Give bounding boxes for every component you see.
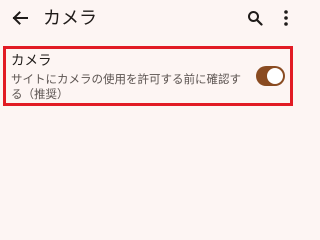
more-vertical-icon xyxy=(284,10,288,30)
page-title: カメラ xyxy=(43,8,97,29)
app-bar: カメラ xyxy=(0,0,300,40)
more-options-button[interactable] xyxy=(279,9,293,31)
search-icon xyxy=(247,10,263,30)
highlight-box xyxy=(3,46,293,106)
search-button[interactable] xyxy=(244,9,266,31)
back-button[interactable] xyxy=(9,9,31,31)
arrow-left-icon xyxy=(11,9,29,31)
